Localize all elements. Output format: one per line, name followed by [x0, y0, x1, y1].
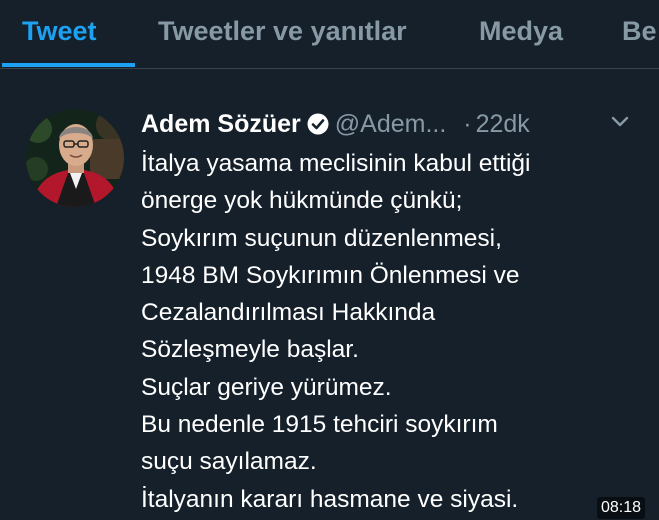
tweet-text-line: İtalyanın kararı hasmane ve siyasi.	[141, 485, 519, 513]
tweet-text-line: Sözleşmeyle başlar.	[141, 336, 359, 364]
tweet-time[interactable]: 22dk	[476, 110, 530, 138]
tab-likes[interactable]: Be	[622, 16, 657, 47]
tweet-text-line: 1948 BM Soykırımın Önlenmesi ve	[141, 261, 520, 289]
display-name[interactable]: Adem Sözüer	[141, 110, 301, 138]
avatar[interactable]	[26, 109, 124, 207]
tab-tweet[interactable]: Tweet	[22, 16, 97, 47]
chevron-down-icon[interactable]	[610, 115, 630, 134]
tweet-header: Adem Sözüer @Adem... · 22dk	[141, 107, 530, 144]
video-timestamp: 08:18	[597, 497, 646, 519]
tab-tweets-and-replies[interactable]: Tweetler ve yanıtlar	[158, 16, 407, 47]
tweet-text: İtalya yasama meclisinin kabul ettiği ön…	[141, 145, 651, 518]
tweet-text-line: önerge yok hükmünde çünkü;	[141, 187, 463, 215]
avatar-image	[26, 109, 124, 207]
active-tab-indicator	[2, 63, 135, 67]
tweet-text-line: Bu nedenle 1915 tehciri soykırım	[141, 411, 498, 439]
user-handle[interactable]: @Adem...	[335, 110, 447, 138]
tweet-text-line: Suçlar geriye yürümez.	[141, 373, 392, 401]
verified-badge-icon	[307, 110, 329, 144]
tweet-text-line: İtalya yasama meclisinin kabul ettiği	[141, 150, 531, 177]
tweet[interactable]: Adem Sözüer @Adem... · 22dk İtalya yasama …	[0, 69, 659, 520]
tab-media[interactable]: Medya	[479, 16, 563, 47]
tweet-text-line: Cezalandırılması Hakkında	[141, 299, 436, 327]
profile-tabs: Tweet Tweetler ve yanıtlar Medya Be	[0, 0, 659, 69]
tweet-text-line: suçu sayılamaz.	[141, 448, 317, 476]
tweet-text-line: Soykırım suçunun düzenlenmesi,	[141, 224, 502, 252]
separator-dot: ·	[463, 110, 472, 138]
